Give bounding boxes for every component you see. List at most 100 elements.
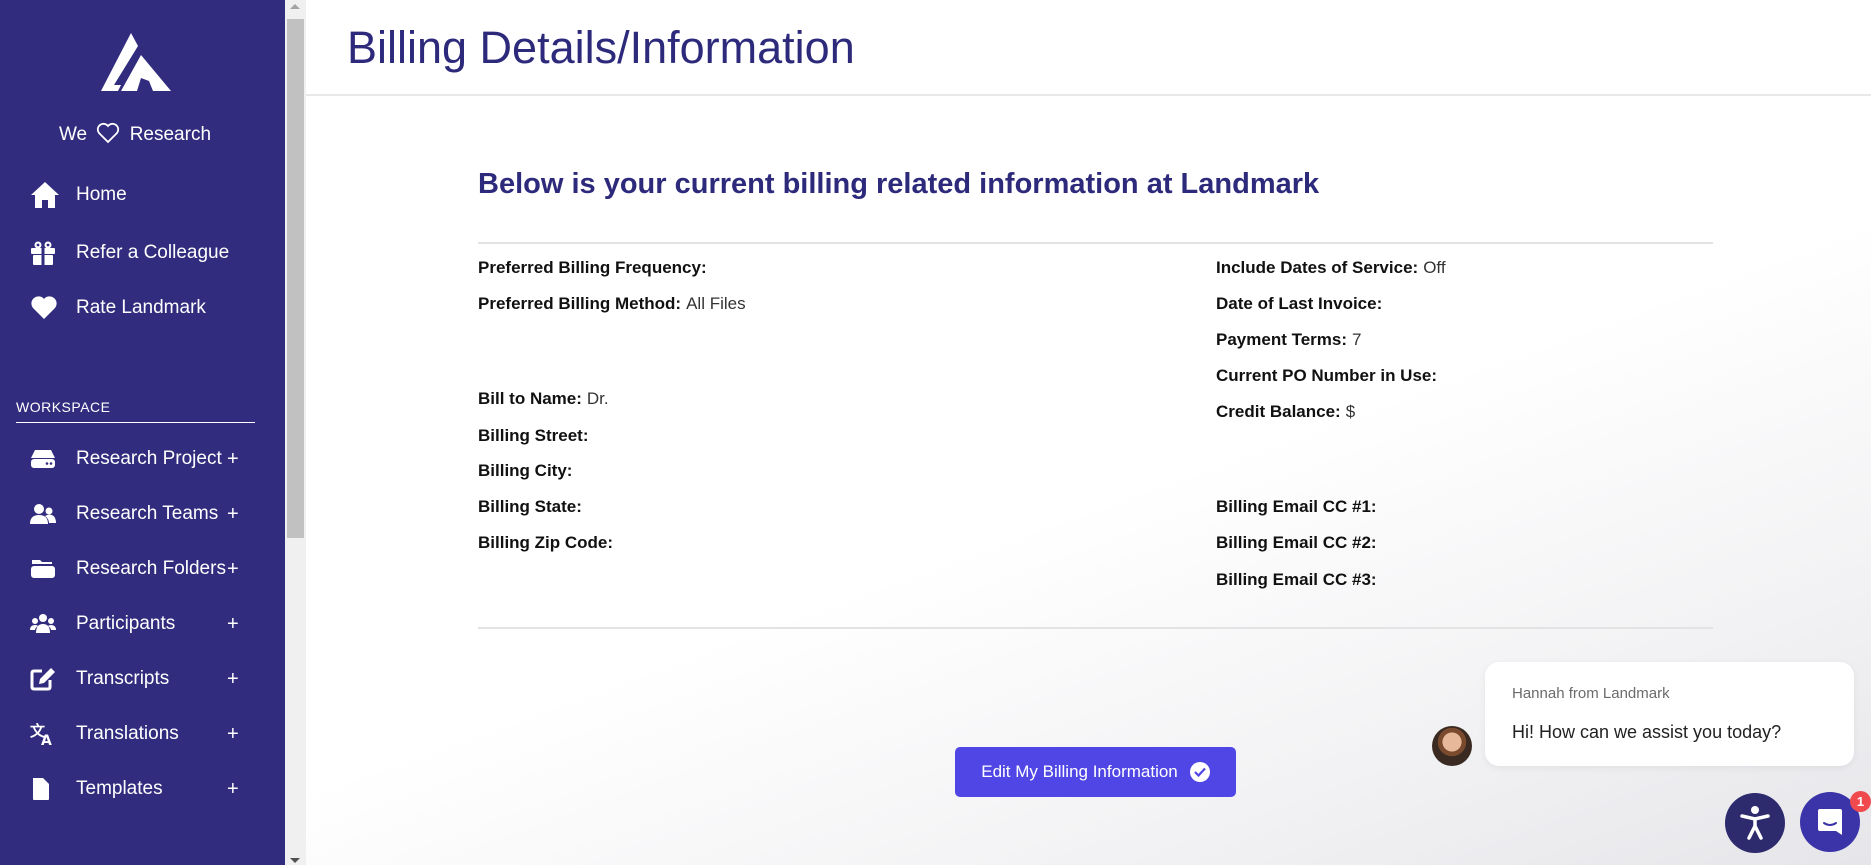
sidebar-item-label: Refer a Colleague [76, 242, 230, 263]
sidebar-item-transcripts[interactable]: Transcripts + [30, 662, 250, 696]
field-label: Payment Terms: [1216, 330, 1348, 349]
sidebar-item-research-project[interactable]: Research Project + [30, 442, 250, 476]
page-title: Billing Details/Information [347, 22, 855, 73]
sidebar-item-research-teams[interactable]: Research Teams + [30, 497, 250, 531]
sidebar-item-refer-a-colleague[interactable]: Refer a Colleague [30, 236, 250, 270]
field-billing-zip-code: Billing Zip Code: [478, 533, 618, 553]
sidebar-item-label: Home [76, 184, 127, 205]
add-participant-button[interactable]: + [227, 613, 239, 636]
field-billing-email-cc-3: Billing Email CC #3: [1216, 570, 1382, 590]
heart-outline-icon [97, 122, 120, 144]
users-icon [30, 500, 64, 528]
field-value: Off [1423, 258, 1446, 277]
sidebar-item-label: Research Project [76, 448, 222, 469]
sidebar-item-rate-landmark[interactable]: Rate Landmark [30, 291, 250, 325]
field-billing-street: Billing Street: [478, 426, 594, 446]
folder-icon [30, 555, 64, 583]
scroll-down-arrow-icon[interactable] [290, 858, 300, 863]
check-circle-icon [1189, 762, 1210, 782]
page-header: Billing Details/Information [306, 0, 1871, 96]
top-divider [478, 242, 1713, 244]
language-icon: 文A [30, 720, 64, 748]
edit-billing-button-label: Edit My Billing Information [981, 762, 1178, 781]
field-value: All Files [686, 294, 746, 313]
field-label: Billing State: [478, 497, 582, 516]
field-preferred-billing-frequency: Preferred Billing Frequency: [478, 258, 712, 278]
field-label: Billing Email CC #2: [1216, 533, 1377, 552]
sidebar-item-research-folders[interactable]: Research Folders + [30, 552, 250, 586]
field-label: Billing Email CC #3: [1216, 570, 1377, 589]
workspace-label: WORKSPACE [16, 399, 111, 415]
add-research-team-button[interactable]: + [227, 503, 239, 526]
scroll-up-arrow-icon[interactable] [290, 4, 300, 9]
bottom-divider [478, 627, 1713, 629]
field-label: Current PO Number in Use: [1216, 366, 1438, 385]
tagline-research: Research [129, 124, 212, 145]
field-credit-balance: Credit Balance: $ [1216, 402, 1355, 422]
field-label: Credit Balance: [1216, 402, 1341, 421]
chat-message: Hi! How can we assist you today? [1512, 722, 1782, 742]
sidebar-scrollbar[interactable] [285, 0, 306, 865]
home-icon [30, 181, 64, 209]
field-current-po-number: Current PO Number in Use: [1216, 366, 1442, 386]
field-billing-email-cc-1: Billing Email CC #1: [1216, 497, 1382, 517]
file-icon [30, 775, 64, 803]
unread-badge: 1 [1850, 791, 1871, 812]
tagline: We Research [0, 122, 270, 146]
sidebar-item-label: Translations [76, 723, 179, 744]
sidebar-item-label: Research Folders [76, 558, 226, 579]
heart-icon [30, 294, 64, 322]
add-research-project-button[interactable]: + [227, 448, 239, 471]
field-label: Billing Zip Code: [478, 533, 614, 552]
sidebar-item-translations[interactable]: 文A Translations + [30, 717, 250, 751]
field-label: Preferred Billing Frequency: [478, 258, 707, 277]
field-label: Include Dates of Service: [1216, 258, 1419, 277]
chat-sender: Hannah from Landmark [1512, 685, 1670, 702]
sidebar-item-home[interactable]: Home [30, 178, 250, 212]
field-billing-city: Billing City: [478, 461, 577, 481]
field-bill-to-name: Bill to Name: Dr. [478, 389, 609, 409]
edit-billing-button[interactable]: Edit My Billing Information [955, 747, 1236, 797]
edit-icon [30, 665, 64, 693]
tagline-we: We [58, 124, 88, 145]
sidebar-item-label: Rate Landmark [76, 297, 206, 318]
billing-heading: Below is your current billing related in… [478, 168, 1320, 200]
add-template-button[interactable]: + [227, 778, 239, 801]
field-payment-terms: Payment Terms: 7 [1216, 330, 1361, 350]
add-translation-button[interactable]: + [227, 723, 239, 746]
field-value: 7 [1352, 330, 1362, 349]
sidebar-item-label: Transcripts [76, 668, 170, 689]
add-transcript-button[interactable]: + [227, 668, 239, 691]
accessibility-button[interactable] [1725, 793, 1785, 853]
accessibility-icon [1740, 806, 1770, 840]
workspace-divider [16, 422, 255, 423]
hdd-icon [30, 445, 64, 473]
scroll-thumb[interactable] [287, 19, 304, 538]
sidebar-item-label: Templates [76, 778, 163, 799]
svg-text:A: A [41, 733, 52, 746]
sidebar-item-participants[interactable]: Participants + [30, 607, 250, 641]
field-value: $ [1345, 402, 1356, 421]
chat-icon [1818, 809, 1842, 835]
add-research-folder-button[interactable]: + [227, 558, 239, 581]
field-label: Billing City: [478, 461, 573, 480]
agent-avatar [1432, 726, 1472, 766]
field-label: Billing Email CC #1: [1216, 497, 1377, 516]
field-billing-state: Billing State: [478, 497, 587, 517]
field-date-of-last-invoice: Date of Last Invoice: [1216, 294, 1387, 314]
landmark-logo-icon[interactable] [101, 33, 171, 91]
group-icon [30, 610, 64, 638]
field-preferred-billing-method: Preferred Billing Method: All Files [478, 294, 746, 314]
sidebar-item-templates[interactable]: Templates + [30, 772, 250, 806]
sidebar-item-label: Participants [76, 613, 176, 634]
sidebar-item-label: Research Teams [76, 503, 219, 524]
chat-preview-bubble[interactable]: Hannah from Landmark Hi! How can we assi… [1485, 662, 1854, 766]
field-include-dates-of-service: Include Dates of Service: Off [1216, 258, 1446, 278]
sidebar: We Research Home Refer a Colleague Rate … [0, 0, 285, 865]
field-value: Dr. [586, 389, 609, 408]
field-label: Preferred Billing Method: [478, 294, 682, 313]
gift-icon [30, 239, 64, 267]
field-label: Date of Last Invoice: [1216, 294, 1383, 313]
field-billing-email-cc-2: Billing Email CC #2: [1216, 533, 1382, 553]
field-label: Billing Street: [478, 426, 589, 445]
